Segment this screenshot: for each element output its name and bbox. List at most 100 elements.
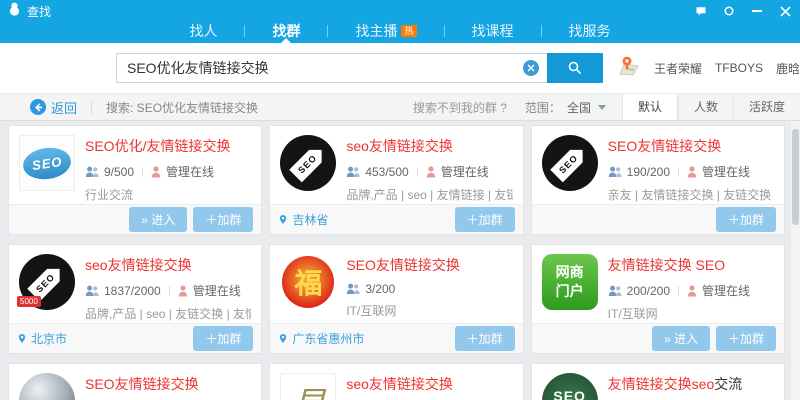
admin-online-label: 管理在线 [702, 282, 750, 299]
card-footer: ＋加群 [532, 204, 784, 234]
card-footer: 吉林省 ＋加群 [270, 204, 522, 234]
member-count: 9/500 [104, 165, 134, 179]
group-title[interactable]: seo友情链接交换 [346, 374, 512, 394]
clear-search-icon[interactable] [523, 60, 539, 76]
title-bar: 查找 [0, 0, 800, 22]
join-group-button[interactable]: ＋加群 [193, 207, 253, 232]
join-group-button[interactable]: ＋加群 [455, 326, 515, 351]
scope-dropdown[interactable]: 全国 [567, 99, 606, 116]
tab-find-course[interactable]: 找课程 [472, 22, 514, 40]
members-icon [608, 166, 622, 178]
map-location-icon[interactable] [617, 55, 641, 82]
divider [678, 286, 679, 296]
cant-find-group-link[interactable]: 搜索不到我的群 ? [413, 99, 507, 116]
group-title[interactable]: seo友情链接交换 [85, 255, 251, 275]
search-summary: 搜索: SEO优化友情链接交换 [106, 99, 258, 116]
member-count: 190/200 [627, 165, 670, 179]
magnifier-icon [567, 60, 583, 76]
group-card: SEO 友情链接交换seo交流 494/500 管理在线 [531, 363, 785, 400]
tab-find-service[interactable]: 找服务 [569, 22, 611, 40]
location-pin-icon [278, 332, 288, 345]
group-title[interactable]: SEO优化/友情链接交换 [85, 136, 251, 156]
sort-tab-members[interactable]: 人数 [678, 94, 733, 120]
sort-tab-activity[interactable]: 活跃度 [733, 94, 800, 120]
group-card: 福 SEO友情链接交换 3/200 IT/互联网 广东省惠州市 ＋加群 [269, 244, 523, 354]
main-nav: 找人 找群 找主播热 找课程 找服务 [0, 22, 800, 43]
group-card: 网商门户 友情链接交换 SEO 200/200 管理在线 IT/互联网 [531, 244, 785, 354]
join-group-button[interactable]: ＋加群 [716, 326, 776, 351]
group-location: 广东省惠州市 [278, 330, 364, 347]
group-location: 吉林省 [278, 211, 328, 228]
hot-word[interactable]: 王者荣耀 [654, 60, 702, 77]
card-footer: » 进入 ＋加群 [9, 204, 261, 234]
group-avatar [19, 373, 75, 400]
group-title[interactable]: SEO友情链接交换 [85, 374, 251, 394]
members-icon [346, 166, 360, 178]
scrollbar-track[interactable] [791, 121, 800, 400]
enter-group-button[interactable]: » 进入 [652, 326, 710, 351]
divider [142, 167, 143, 177]
back-button[interactable]: 返回 [30, 98, 77, 117]
close-button[interactable] [778, 4, 792, 18]
group-avatar: 易 [280, 373, 336, 400]
group-tags: IT/互联网 [608, 305, 774, 322]
admin-online-label: 管理在线 [702, 163, 750, 180]
qq-penguin-icon [8, 2, 21, 21]
members-icon [608, 285, 622, 297]
filter-bar: 返回 搜索: SEO优化友情链接交换 搜索不到我的群 ? 范围： 全国 默认 人… [0, 93, 800, 121]
group-tags: 行业交流 [85, 186, 251, 203]
card-footer: » 进入 ＋加群 [532, 323, 784, 353]
sort-tab-default[interactable]: 默认 [622, 94, 678, 120]
nav-divider [444, 25, 445, 37]
feedback-bubble-icon[interactable] [694, 4, 708, 18]
settings-circle-icon[interactable] [722, 4, 736, 18]
location-pin-icon [278, 213, 288, 226]
group-tags: 品牌,产品 | seo | 友情链接 | 友链... [346, 186, 512, 203]
hot-badge: 热 [401, 25, 416, 37]
group-avatar: SEO [19, 135, 75, 191]
hot-word[interactable]: 鹿晗 [776, 60, 800, 77]
group-card: SEO SEO友情链接交换 190/200 管理在线 亲友 | 友情链接交换 |… [531, 125, 785, 235]
members-icon [346, 283, 360, 295]
scope-label: 范围： [525, 99, 561, 116]
group-title[interactable]: SEO友情链接交换 [346, 255, 512, 275]
scrollbar-thumb[interactable] [792, 129, 799, 225]
group-title[interactable]: 友情链接交换 SEO [608, 255, 774, 275]
back-arrow-icon [30, 99, 46, 115]
group-avatar: 福 [280, 254, 336, 310]
group-avatar: SEO [542, 373, 598, 400]
group-avatar: SEO5000 [19, 254, 75, 310]
tab-find-group[interactable]: 找群 [272, 22, 300, 40]
member-count: 3/200 [365, 282, 395, 296]
search-section: 王者荣耀 TFBOYS 鹿晗 [0, 43, 800, 93]
admin-online-label: 管理在线 [193, 282, 241, 299]
group-title[interactable]: 友情链接交换seo交流 [608, 374, 774, 394]
divider [417, 167, 418, 177]
join-group-button[interactable]: ＋加群 [455, 207, 515, 232]
card-footer: 广东省惠州市 ＋加群 [270, 323, 522, 353]
group-title[interactable]: SEO友情链接交换 [608, 136, 774, 156]
group-card-grid: SEO SEO优化/友情链接交换 9/500 管理在线 行业交流 [0, 121, 800, 400]
group-tags: IT/互联网 [346, 302, 512, 319]
group-card: SEO seo友情链接交换 453/500 管理在线 品牌,产品 | seo |… [269, 125, 523, 235]
tab-find-streamer[interactable]: 找主播热 [355, 22, 416, 40]
hot-word[interactable]: TFBOYS [715, 61, 763, 75]
tab-find-people[interactable]: 找人 [189, 22, 217, 40]
group-avatar: 网商门户 [542, 254, 598, 310]
admin-online-icon [151, 166, 161, 178]
admin-online-label: 管理在线 [166, 163, 214, 180]
divider [678, 167, 679, 177]
location-pin-icon [17, 332, 27, 345]
enter-group-button[interactable]: » 进入 [129, 207, 187, 232]
divider [91, 100, 92, 114]
member-count: 200/200 [627, 284, 670, 298]
group-title[interactable]: seo友情链接交换 [346, 136, 512, 156]
search-button[interactable] [547, 53, 603, 83]
join-group-button[interactable]: ＋加群 [193, 326, 253, 351]
members-icon [85, 166, 99, 178]
join-group-button[interactable]: ＋加群 [716, 207, 776, 232]
minimize-button[interactable] [750, 4, 764, 18]
group-card: SEO友情链接交换 500/500 管理在线 ＋加群 [8, 363, 262, 400]
group-tags: 品牌,产品 | seo | 友链交换 | 友情... [85, 305, 251, 322]
search-input[interactable] [116, 53, 547, 83]
